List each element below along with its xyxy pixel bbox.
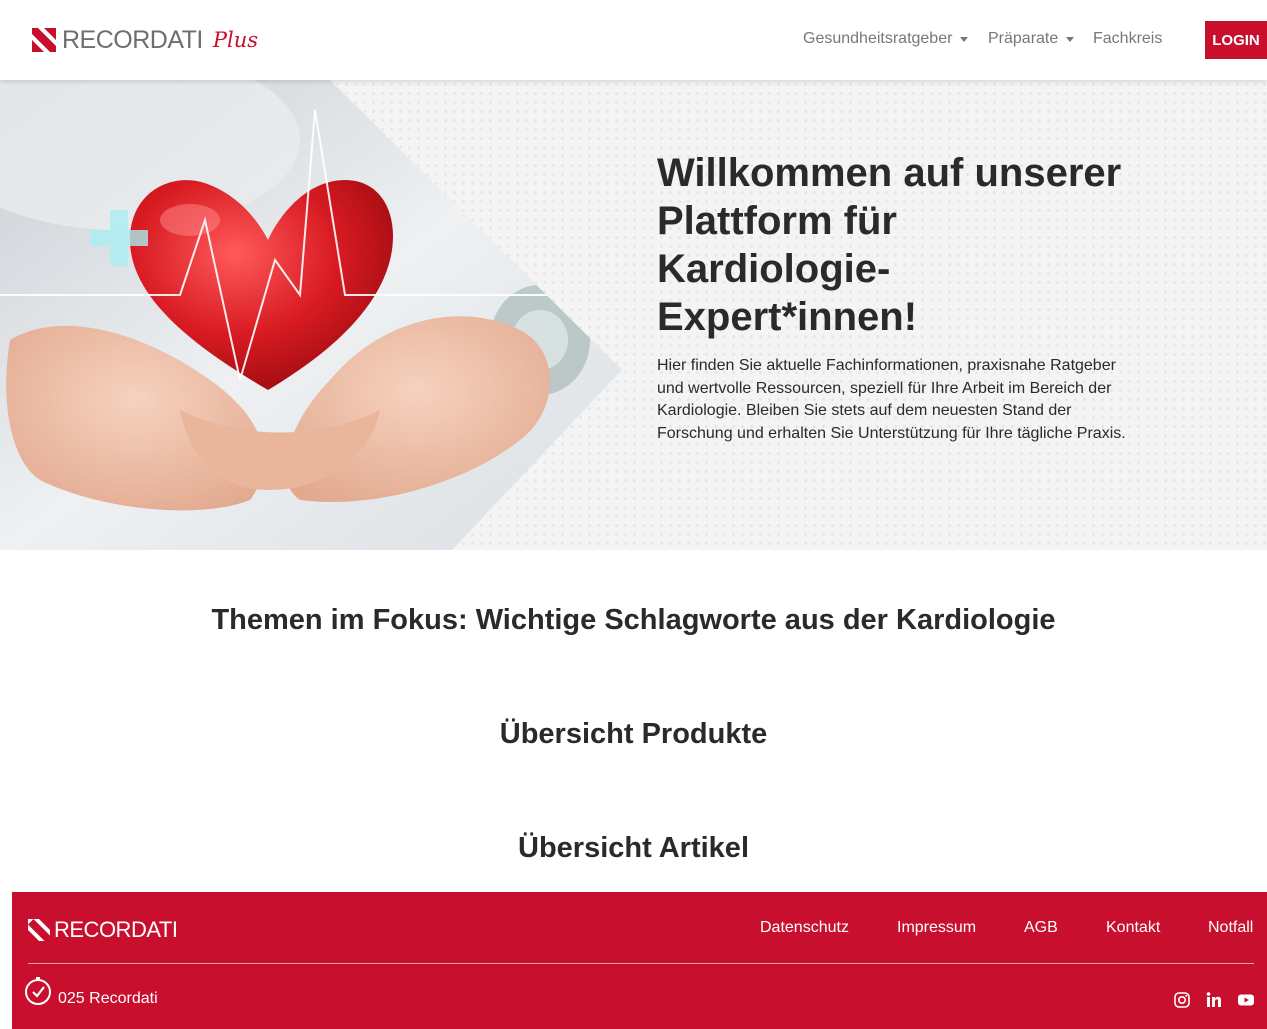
nav-item-label: Fachkreis [1093, 30, 1163, 47]
site-header: RECORDATI Plus Gesundheitsratgeber Präpa… [0, 0, 1267, 80]
linkedin-icon[interactable] [1205, 991, 1223, 1009]
footer-recordati-logo[interactable]: RECORDATI [28, 917, 178, 943]
login-button[interactable]: LOGIN [1205, 21, 1267, 59]
logo-wordmark: RECORDATI [62, 25, 203, 54]
nav-item-label: Präparate [988, 30, 1059, 47]
hero-title: Willkommen auf unserer Plattform für Kar… [657, 151, 1122, 339]
recordati-logo-mark-icon [32, 28, 56, 52]
footer-link-notfall[interactable]: Notfall [1208, 919, 1253, 937]
products-heading: Übersicht Produkte [499, 718, 768, 750]
copyright-text: 025 Recordati [58, 990, 158, 1007]
articles-heading: Übersicht Artikel [518, 832, 749, 864]
topics-heading: Themen im Fokus: Wichtige Schlagworte au… [211, 604, 1056, 636]
cookie-settings-icon[interactable] [22, 975, 54, 1007]
recordati-logo-mark-icon [28, 919, 50, 941]
footer-logo-wordmark: RECORDATI [54, 917, 178, 942]
chevron-down-icon [960, 36, 969, 42]
logo-plus-suffix: Plus [212, 28, 259, 52]
hero-section: Willkommen auf unserer Plattform für Kar… [0, 80, 1267, 550]
footer-link-impressum[interactable]: Impressum [897, 919, 976, 937]
footer-link-kontakt[interactable]: Kontakt [1106, 919, 1160, 937]
footer-link-agb[interactable]: AGB [1024, 919, 1058, 937]
youtube-icon[interactable] [1237, 991, 1255, 1009]
hero-description: Hier finden Sie aktuelle Fachinformation… [657, 357, 1126, 442]
nav-item-label: Gesundheitsratgeber [803, 30, 953, 47]
nav-gesundheitsratgeber[interactable]: Gesundheitsratgeber [803, 30, 969, 48]
site-footer: RECORDATI Datenschutz Impressum AGB Kont… [12, 892, 1267, 1029]
footer-divider [28, 963, 1254, 964]
nav-praeparate[interactable]: Präparate [988, 30, 1075, 48]
nav-fachkreis[interactable]: Fachkreis [1093, 30, 1162, 48]
instagram-icon[interactable] [1173, 991, 1191, 1009]
recordati-plus-logo[interactable]: RECORDATI Plus [32, 25, 259, 54]
footer-link-datenschutz[interactable]: Datenschutz [760, 919, 849, 937]
chevron-down-icon [1066, 36, 1075, 42]
